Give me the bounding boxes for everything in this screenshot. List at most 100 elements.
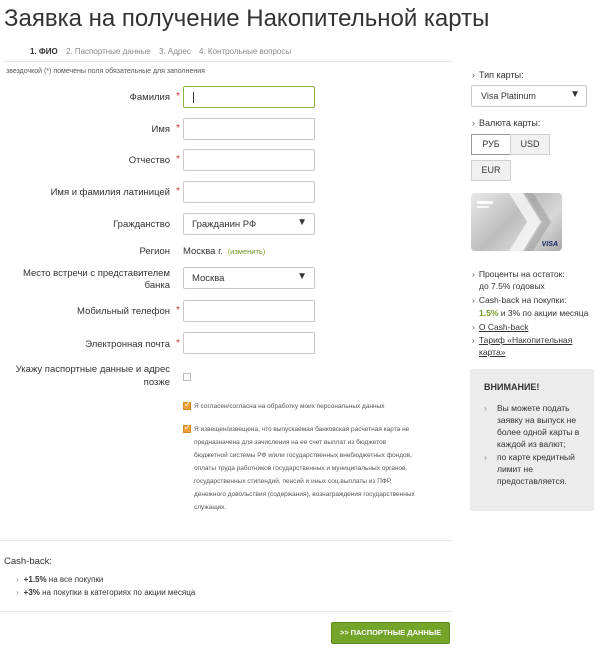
meeting-place-label-1: Место встречи с представителем — [22, 268, 170, 279]
card-image: VISA — [471, 193, 562, 251]
about-cashback-item: › О Cash-back — [472, 322, 528, 333]
notice-line: государственных стипендий, пенсий и иных… — [194, 478, 392, 485]
currency-label-text: Валюта карты: — [479, 118, 541, 128]
phone-label: Мобильный телефон — [77, 306, 170, 317]
interest-label-text: Проценты на остаток: — [478, 269, 565, 279]
chevron-right-icon: › — [472, 70, 475, 80]
attention-line: лимит не — [497, 464, 533, 474]
step-questions[interactable]: 4. Контрольные вопросы — [199, 47, 291, 56]
region-change-link[interactable]: (изменить) — [228, 247, 266, 256]
later-label-2: позже — [143, 377, 170, 388]
about-cashback-link[interactable]: О Cash-back — [479, 322, 529, 332]
chevron-right-icon: › — [484, 403, 487, 413]
latin-name-input[interactable] — [183, 181, 315, 203]
visa-logo: VISA — [541, 241, 558, 248]
attention-item: › по карте кредитный лимит не предоставл… — [484, 451, 575, 487]
chevron-right-icon: › — [472, 335, 475, 345]
notice-line: денежного довольствия (содержания), возн… — [194, 491, 415, 498]
meeting-place-select[interactable]: Москва ▼ — [183, 267, 315, 289]
required-mark: * — [176, 91, 180, 102]
chevron-right-icon: › — [16, 588, 19, 597]
last-name-input[interactable] — [183, 86, 315, 108]
consent-checkbox[interactable] — [183, 400, 191, 410]
notice-line: оплаты труда работников государственных … — [194, 465, 408, 472]
email-input[interactable] — [183, 332, 315, 354]
attention-line: Вы можете подать — [497, 403, 570, 413]
later-label-1: Укажу паспортные данные и адрес — [15, 364, 170, 375]
step-address[interactable]: 3. Адрес — [159, 47, 191, 56]
notice-line: бюджетной системы РФ и/или государственн… — [194, 452, 412, 459]
later-checkbox[interactable] — [183, 373, 191, 381]
step-fio[interactable]: 1. ФИО — [30, 47, 58, 56]
dropdown-arrow-icon: ▼ — [297, 217, 307, 228]
consent-text: Я согласен/согласна на обработку моих пе… — [194, 403, 385, 410]
first-name-input[interactable] — [183, 118, 315, 140]
patronymic-input[interactable] — [183, 149, 315, 171]
tariff-link-cont[interactable]: карта» — [479, 347, 505, 357]
step-passport[interactable]: 2. Паспортные данные — [66, 47, 151, 56]
phone-input[interactable] — [183, 300, 315, 322]
required-mark: * — [176, 186, 180, 197]
notice-line: служащих. — [194, 504, 227, 511]
card-type-label: › Тип карты: — [472, 70, 524, 80]
interest-label: › Проценты на остаток: — [472, 269, 565, 280]
meeting-place-label-2: банка — [144, 280, 170, 291]
notice-line: предназначена для зачисления на ее счет … — [194, 439, 387, 446]
attention-line: каждой из валют; — [497, 439, 566, 449]
chevron-right-icon: › — [472, 118, 475, 128]
tariff-item: › Тариф «Накопительная — [472, 335, 572, 346]
citizenship-select[interactable]: Гражданин РФ ▼ — [183, 213, 315, 235]
page-title: Заявка на получение Накопительной карты — [4, 5, 490, 32]
section-divider — [0, 540, 452, 541]
attention-title: ВНИМАНИЕ! — [484, 382, 540, 392]
chevron-right-icon: › — [472, 269, 475, 279]
attention-line: по карте кредитный — [497, 452, 575, 462]
cashback-item-value: +1.5% — [23, 575, 47, 584]
notice-checkbox[interactable] — [183, 423, 191, 433]
attention-line: более одной карты в — [497, 427, 580, 437]
cashback-value: 1.5% и 3% по акции месяца — [479, 308, 588, 319]
region-value-wrap: Москва г. (изменить) — [183, 246, 265, 257]
cashback-label: › Cash-back на покупки: — [472, 295, 566, 306]
cashback-value-green: 1.5% — [479, 308, 499, 318]
cashback-value-text: и 3% по акции месяца — [498, 308, 589, 318]
dropdown-arrow-icon: ▼ — [297, 271, 307, 282]
steps-divider — [4, 61, 452, 62]
card-type-select[interactable]: Visa Platinum ▼ — [471, 85, 587, 107]
required-mark: * — [176, 305, 180, 316]
attention-box: ВНИМАНИЕ! › Вы можете подать заявку на в… — [470, 369, 594, 511]
cashback-item-text: на покупки в категориях по акции месяца — [39, 588, 196, 597]
next-step-button[interactable]: >> ПАСПОРТНЫЕ ДАННЫЕ — [331, 622, 450, 644]
card-type-value: Visa Platinum — [481, 91, 536, 101]
card-type-label-text: Тип карты: — [479, 70, 524, 80]
citizenship-value: Гражданин РФ — [192, 219, 257, 230]
patronymic-label: Отчество — [128, 155, 170, 166]
section-divider — [0, 611, 452, 612]
currency-rub-button[interactable]: РУБ — [471, 134, 511, 155]
required-mark: * — [176, 154, 180, 165]
text-caret — [193, 92, 194, 103]
meeting-place-value: Москва — [192, 273, 225, 284]
currency-usd-button[interactable]: USD — [510, 134, 550, 155]
chevron-right-icon: › — [472, 322, 475, 332]
attention-line: предоставляется. — [497, 476, 567, 486]
steps-nav: 1. ФИО 2. Паспортные данные 3. Адрес 4. … — [30, 47, 297, 56]
last-name-label: Фамилия — [129, 92, 170, 103]
attention-item: › Вы можете подать заявку на выпуск не б… — [484, 402, 579, 450]
cashback-title: Cash-back: — [4, 556, 53, 567]
cashback-label-text: Cash-back на покупки: — [478, 295, 567, 305]
attention-line: заявку на выпуск не — [497, 415, 577, 425]
citizenship-label: Гражданство — [113, 219, 170, 230]
region-label: Регион — [139, 246, 170, 257]
required-mark: * — [176, 338, 180, 349]
cashback-item-value: +3% — [23, 588, 40, 597]
required-mark: * — [176, 123, 180, 134]
dropdown-arrow-icon: ▼ — [570, 89, 580, 100]
interest-value: до 7.5% годовых — [479, 281, 545, 291]
cashback-item: › +1.5% на все покупки — [16, 575, 103, 584]
tariff-link[interactable]: Тариф «Накопительная — [479, 335, 573, 345]
notice-line: Я извещен/извещена, что выпускаемая банк… — [194, 426, 410, 433]
currency-eur-button[interactable]: EUR — [471, 160, 511, 181]
latin-name-label: Имя и фамилия латиницей — [50, 187, 170, 198]
region-value: Москва г. — [183, 246, 224, 257]
